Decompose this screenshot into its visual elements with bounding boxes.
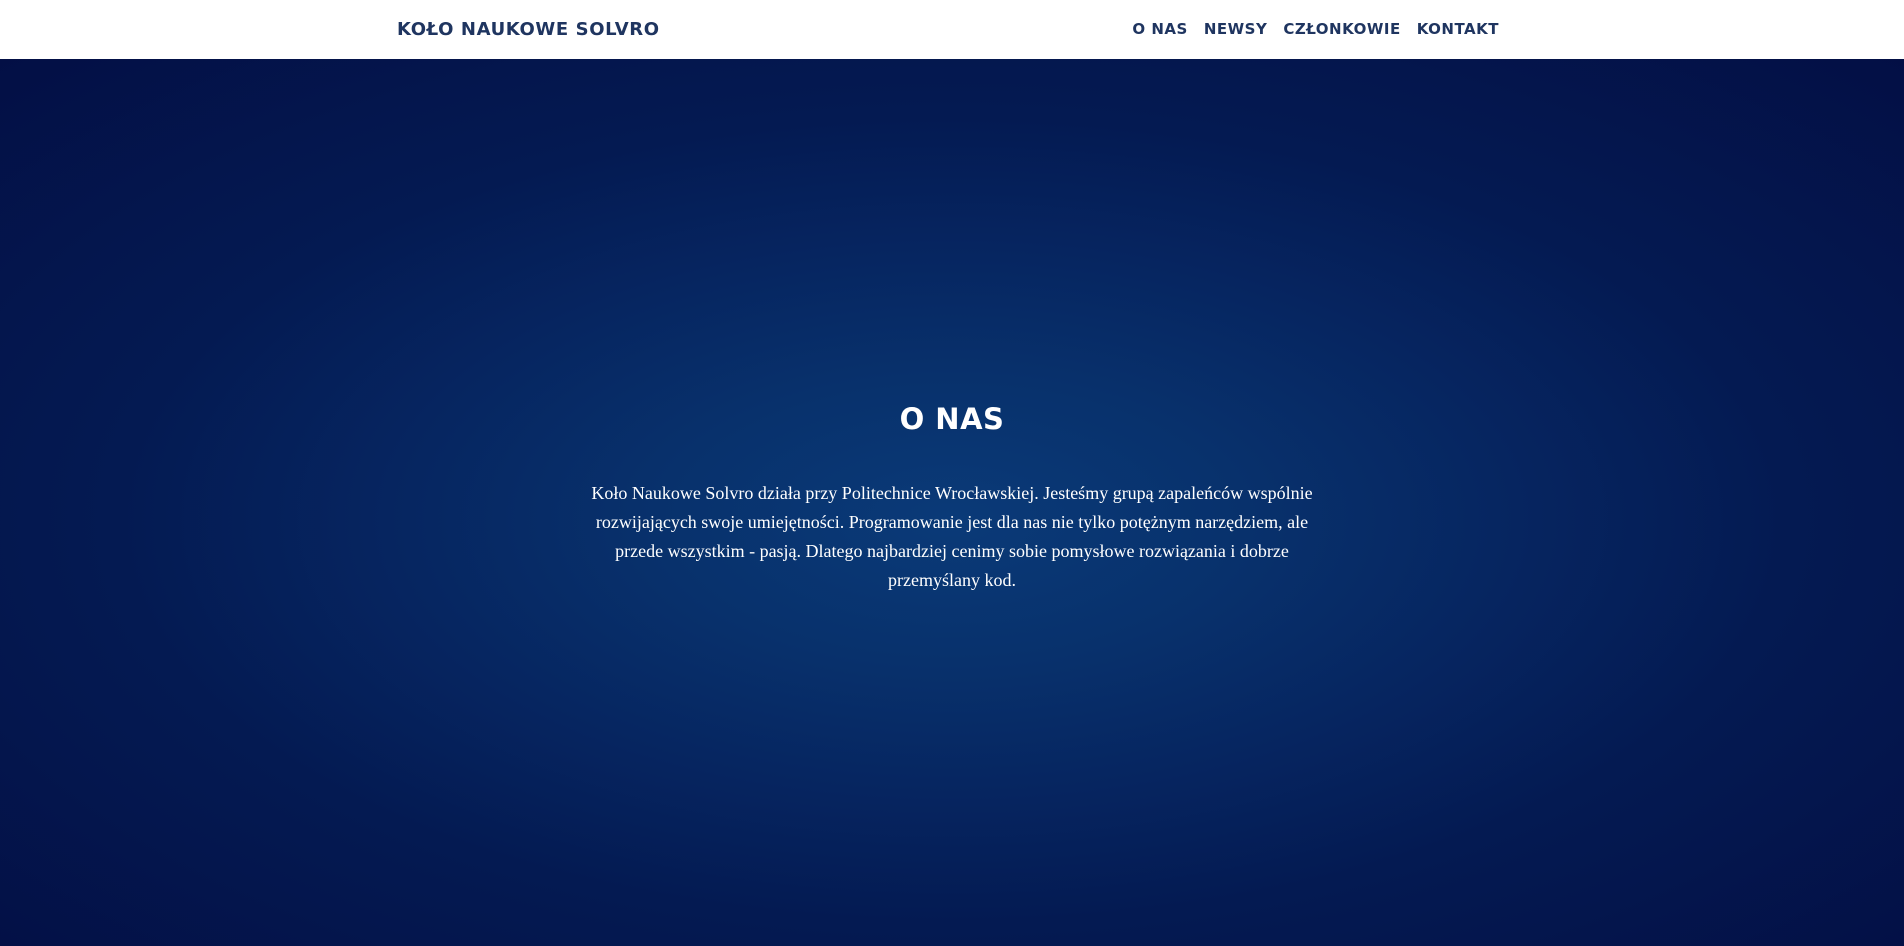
nav-link-o-nas[interactable]: O NAS bbox=[1132, 20, 1187, 38]
nav-item-kontakt: KONTAKT bbox=[1417, 20, 1499, 39]
nav-link-kontakt[interactable]: KONTAKT bbox=[1417, 20, 1499, 38]
about-section: O NAS Koło Naukowe Solvro działa przy Po… bbox=[0, 59, 1904, 946]
nav-item-o-nas: O NAS bbox=[1132, 20, 1187, 39]
top-navbar: KOŁO NAUKOWE SOLVRO O NAS NEWSY CZŁONKOW… bbox=[0, 0, 1904, 59]
nav-link-czlonkowie[interactable]: CZŁONKOWIE bbox=[1283, 20, 1400, 38]
about-description: Koło Naukowe Solvro działa przy Politech… bbox=[591, 483, 1313, 590]
nav-menu: O NAS NEWSY CZŁONKOWIE KONTAKT bbox=[1132, 0, 1499, 59]
nav-item-newsy: NEWSY bbox=[1204, 20, 1268, 39]
nav-item-czlonkowie: CZŁONKOWIE bbox=[1283, 20, 1400, 39]
brand-link[interactable]: KOŁO NAUKOWE SOLVRO bbox=[397, 0, 660, 59]
section-title: O NAS bbox=[899, 402, 1005, 436]
nav-link-newsy[interactable]: NEWSY bbox=[1204, 20, 1268, 38]
